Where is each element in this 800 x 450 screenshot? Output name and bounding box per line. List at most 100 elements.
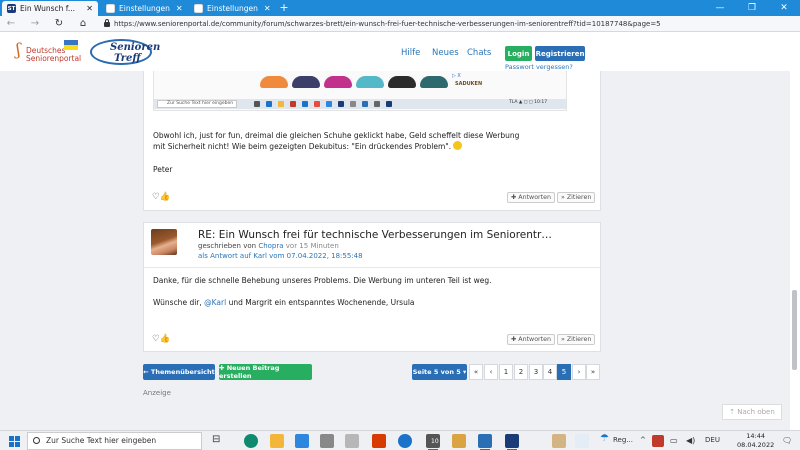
back-button[interactable]: ← — [4, 17, 18, 31]
page-button-4[interactable]: 4 — [543, 364, 557, 380]
app-with-badge-icon[interactable]: 10 — [426, 434, 440, 450]
next-page-button[interactable]: › — [572, 364, 586, 380]
tab-close-icon[interactable]: ✕ — [80, 4, 93, 13]
forward-button[interactable]: → — [28, 17, 42, 31]
network-person-icon[interactable] — [552, 434, 566, 448]
forum-post: ▷ X SADUKEN Zur Suche Text hier eingeben… — [143, 71, 601, 211]
browser-tab-bar: ST Ein Wunsch f... ✕ Einstellungen ✕ Ein… — [0, 0, 800, 16]
quote-button[interactable]: » Zitieren — [557, 192, 596, 203]
nav-link-chats[interactable]: Chats — [467, 48, 491, 58]
author-link[interactable]: Chopra — [258, 242, 283, 250]
register-button[interactable]: Registrieren — [535, 46, 585, 61]
mention-link[interactable]: @Karl — [204, 298, 226, 307]
mail-icon[interactable] — [295, 434, 309, 448]
url-field[interactable]: https://www.seniorenportal.de/community/… — [104, 18, 784, 30]
shoe-image — [356, 76, 384, 88]
forgot-password-link[interactable]: Passwort vergessen? — [505, 63, 573, 71]
tab-title: Einstellungen — [207, 4, 258, 13]
first-page-button[interactable]: « — [469, 364, 483, 380]
close-window-button[interactable]: ✕ — [768, 0, 800, 16]
mini-app-icon — [254, 101, 260, 107]
reply-button[interactable]: ✚ Antworten — [507, 334, 555, 345]
tab-forum-thread[interactable]: ST Ein Wunsch f... ✕ — [2, 1, 98, 16]
logo-figure-icon: ʃ — [16, 40, 21, 60]
post-body: Obwohl ich, just for fun, dreimal die gl… — [153, 130, 519, 152]
page-scrollbar[interactable] — [792, 290, 797, 370]
nav-link-news[interactable]: Neues — [432, 48, 459, 58]
embedded-taskbar: Zur Suche Text hier eingeben TLA ▲ ◻ ◻ 1… — [154, 99, 566, 109]
create-post-button[interactable]: ✚ Neuen Beitrag erstellen — [219, 364, 312, 380]
post-line: Obwohl ich, just for fun, dreimal die gl… — [153, 131, 520, 140]
prev-page-button[interactable]: ‹ — [484, 364, 498, 380]
avatar[interactable] — [151, 229, 177, 255]
tab-close-icon[interactable]: ✕ — [258, 4, 271, 13]
post-body-line-2: Wünsche dir, @Karl und Margrit ein entsp… — [153, 297, 415, 308]
task-view-icon[interactable]: ⊟ — [212, 434, 220, 445]
antivirus-tray-icon[interactable] — [652, 435, 664, 447]
page-button-5-current[interactable]: 5 — [557, 364, 571, 380]
embedded-tray: TLA ▲ ◻ ◻ 10:17 — [509, 100, 548, 105]
embedded-search-box: Zur Suche Text hier eingeben — [157, 100, 237, 108]
photos-icon[interactable] — [478, 434, 492, 450]
mini-app-icon — [326, 101, 332, 107]
volume-icon[interactable]: ◀) — [686, 436, 695, 445]
mini-app-icon — [290, 101, 296, 107]
mini-app-icon — [338, 101, 344, 107]
ad-choices-icon: ▷ X — [452, 73, 461, 79]
tab-settings-1[interactable]: Einstellungen ✕ — [101, 1, 187, 16]
widget-icon[interactable] — [575, 434, 589, 448]
taskbar-search-input[interactable]: Zur Suche Text hier eingeben — [27, 432, 202, 450]
windows-start-icon[interactable] — [9, 436, 20, 447]
file-explorer-icon[interactable] — [270, 434, 284, 448]
topic-overview-button[interactable]: ← Themenübersicht — [143, 364, 215, 380]
browser-shield-icon[interactable] — [505, 434, 519, 450]
page-button-3[interactable]: 3 — [529, 364, 543, 380]
back-to-top-button[interactable]: ⇡ Nach oben — [722, 404, 782, 420]
tab-settings-2[interactable]: Einstellungen ✕ — [189, 1, 275, 16]
home-button[interactable]: ⌂ — [76, 17, 90, 31]
new-tab-button[interactable]: + — [277, 1, 291, 15]
page-button-1[interactable]: 1 — [499, 364, 513, 380]
page-button-2[interactable]: 2 — [514, 364, 528, 380]
browser-address-bar: ← → ↻ ⌂ https://www.seniorenportal.de/co… — [0, 16, 800, 32]
language-indicator[interactable]: DEU — [705, 436, 720, 444]
reply-to-link[interactable]: als Antwort auf Karl vom 07.04.2022, 18:… — [198, 251, 363, 261]
ukraine-flag-icon — [64, 40, 78, 50]
reload-button[interactable]: ↻ — [52, 17, 66, 31]
show-hidden-icons-icon[interactable]: ^ — [640, 436, 646, 444]
reaction-icons[interactable]: ♡👍 — [152, 192, 170, 202]
maximize-button[interactable]: ❐ — [736, 0, 768, 16]
edge-icon[interactable] — [244, 434, 258, 448]
post-line: mit Sicherheit nicht! Wie beim gezeigten… — [153, 141, 519, 152]
reply-button[interactable]: ✚ Antworten — [507, 192, 555, 203]
store-icon[interactable] — [320, 434, 334, 448]
reaction-icons[interactable]: ♡👍 — [152, 334, 170, 344]
deutsches-seniorenportal-logo[interactable]: ʃ Deutsches Seniorenportal — [16, 40, 86, 66]
tab-close-icon[interactable]: ✕ — [170, 4, 183, 13]
notification-icon[interactable]: 🗨 — [782, 436, 792, 445]
settings-icon[interactable] — [345, 434, 359, 448]
paint-icon[interactable] — [452, 434, 466, 448]
mini-app-icon — [278, 101, 284, 107]
post-body-line-1: Danke, für die schnelle Behebung unseres… — [153, 276, 492, 285]
taskbar-clock[interactable]: 14:44 08.04.2022 — [737, 432, 774, 450]
page-favicon-icon — [194, 4, 203, 13]
seniorentreff-logo[interactable]: Senioren Treff — [90, 38, 160, 68]
page-select-dropdown[interactable]: Seite 5 von 5 ▾ — [412, 364, 467, 380]
forum-post: RE: Ein Wunsch frei für technische Verbe… — [143, 222, 601, 352]
mini-app-icon — [314, 101, 320, 107]
onedrive-icon[interactable] — [398, 434, 412, 448]
quote-button[interactable]: » Zitieren — [557, 334, 596, 345]
weather-text[interactable]: Reg... — [613, 436, 633, 444]
post-time: vor 15 Minuten — [285, 242, 339, 250]
post-title: RE: Ein Wunsch frei für technische Verbe… — [198, 229, 552, 241]
login-button[interactable]: Login — [505, 46, 532, 61]
shoe-image — [324, 76, 352, 88]
minimize-button[interactable]: — — [704, 0, 736, 16]
tab-title: Einstellungen — [119, 4, 170, 13]
network-icon[interactable]: ▭ — [670, 436, 678, 445]
shoe-image — [388, 76, 416, 88]
office-icon[interactable] — [372, 434, 386, 448]
last-page-button[interactable]: » — [586, 364, 600, 380]
nav-link-help[interactable]: Hilfe — [401, 48, 420, 58]
